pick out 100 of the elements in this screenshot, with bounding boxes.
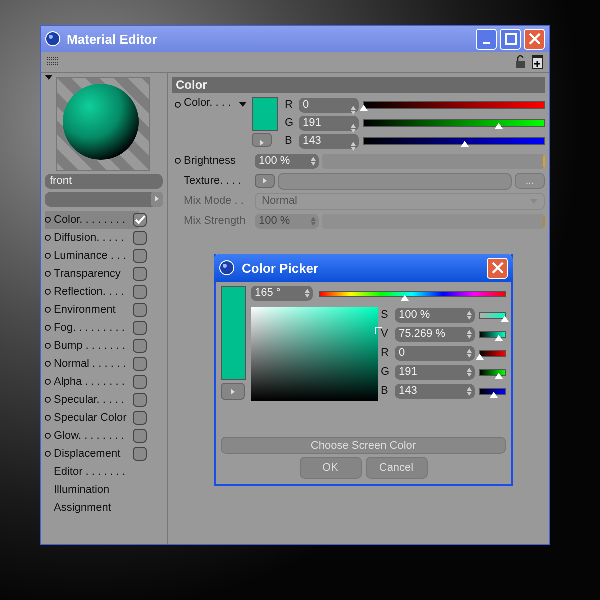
slider-thumb[interactable]	[494, 372, 503, 378]
mix-strength-label: Mix Strength	[184, 215, 247, 227]
channel-item[interactable]: Specular Color	[45, 409, 163, 427]
value-field[interactable]: 75.269 %	[395, 326, 475, 342]
channel-letter: V	[381, 328, 390, 340]
channel-item[interactable]: Alpha . . . . . . .	[45, 373, 163, 391]
channel-item[interactable]: Transparency	[45, 265, 163, 283]
slider-thumb[interactable]	[460, 141, 469, 147]
lock-icon[interactable]	[515, 55, 526, 69]
mix-mode-value: Normal	[262, 195, 298, 207]
channel-checkbox[interactable]	[133, 447, 147, 461]
channel-checkbox[interactable]	[133, 393, 147, 407]
window-title: Material Editor	[67, 32, 158, 46]
dialog-button[interactable]: OK	[300, 457, 362, 479]
channel-letter: R	[285, 99, 294, 111]
slider-track[interactable]	[363, 101, 545, 109]
value-field[interactable]: 0	[299, 98, 359, 112]
channel-item[interactable]: Bump . . . . . . .	[45, 337, 163, 355]
slider-thumb[interactable]	[360, 105, 368, 111]
channel-checkbox[interactable]	[133, 303, 147, 317]
slider-thumb[interactable]	[400, 294, 409, 300]
spinner-arrows-icon[interactable]	[467, 368, 472, 376]
value-field[interactable]: 0	[395, 346, 475, 360]
channel-item[interactable]: Editor . . . . . . .	[45, 463, 163, 481]
channel-checkbox[interactable]	[133, 375, 147, 389]
close-icon	[492, 262, 504, 274]
expand-button[interactable]	[221, 383, 245, 400]
channel-letter: R	[381, 347, 390, 359]
channel-checkbox[interactable]	[133, 249, 147, 263]
channel-item[interactable]: Diffusion. . . . .	[45, 229, 163, 247]
channel-item[interactable]: Specular. . . . .	[45, 391, 163, 409]
channel-checkbox[interactable]	[133, 429, 147, 443]
channel-letter: G	[285, 117, 295, 129]
dropdown-triangle-icon[interactable]	[239, 102, 247, 107]
slider-thumb[interactable]	[494, 123, 503, 129]
spinner-arrows-icon[interactable]	[351, 142, 356, 150]
expand-button[interactable]	[252, 133, 272, 147]
value-field[interactable]: 143	[299, 134, 359, 148]
new-window-icon[interactable]	[532, 55, 543, 69]
channel-checkbox[interactable]	[133, 231, 147, 245]
channel-checkbox[interactable]	[133, 285, 147, 299]
maximize-icon	[504, 33, 516, 45]
value-field[interactable]: 191	[299, 116, 359, 130]
channel-checkbox[interactable]	[133, 339, 147, 353]
slider-handle[interactable]	[543, 156, 545, 166]
channel-checkbox[interactable]	[133, 321, 147, 335]
section-header: Color	[172, 77, 545, 93]
spinner-arrows-icon[interactable]	[467, 348, 472, 358]
texture-field[interactable]	[278, 172, 512, 190]
channel-item[interactable]: Displacement	[45, 445, 163, 463]
close-button[interactable]	[487, 258, 508, 278]
spinner-arrows-icon[interactable]	[351, 124, 356, 132]
sphere-icon	[45, 31, 61, 47]
channel-checkbox[interactable]	[133, 357, 147, 371]
color-swatch[interactable]	[252, 97, 278, 131]
channel-item[interactable]: Illumination	[45, 481, 163, 499]
channel-item[interactable]: Assignment	[45, 499, 163, 517]
close-icon	[528, 33, 540, 45]
channel-item[interactable]: Normal . . . . . .	[45, 355, 163, 373]
channel-item[interactable]: Environment	[45, 301, 163, 319]
value-field[interactable]: 143	[395, 384, 475, 398]
channel-item[interactable]: Glow. . . . . . . .	[45, 427, 163, 445]
spinner-arrows-icon[interactable]	[467, 386, 472, 396]
brightness-label: Brightness	[184, 155, 237, 167]
slider-track[interactable]	[363, 137, 545, 145]
value-field[interactable]: 100 %	[395, 308, 475, 322]
value-field[interactable]: 100 %	[255, 154, 319, 168]
play-arrow-icon	[155, 196, 159, 202]
spinner-arrows-icon[interactable]	[305, 289, 310, 298]
spinner-arrows-icon[interactable]	[351, 106, 356, 114]
channel-item[interactable]: Reflection. . . .	[45, 283, 163, 301]
choose-screen-color-button[interactable]: Choose Screen Color	[221, 437, 506, 454]
maximize-button[interactable]	[500, 28, 521, 50]
channel-checkbox[interactable]	[133, 267, 147, 281]
channel-item[interactable]: Fog. . . . . . . . .	[45, 319, 163, 337]
brightness-slider[interactable]	[322, 154, 545, 168]
slider-track[interactable]	[363, 119, 545, 127]
slider-thumb[interactable]	[501, 316, 509, 322]
slider-thumb[interactable]	[490, 392, 498, 398]
spinner-arrows-icon[interactable]	[467, 310, 472, 320]
material-name-field[interactable]: front	[45, 174, 163, 189]
mix-mode-label: Mix Mode . .	[184, 195, 245, 207]
channel-item[interactable]: Luminance . . .	[45, 247, 163, 265]
channel-checkbox[interactable]	[133, 411, 147, 425]
expand-button[interactable]	[255, 174, 275, 188]
slider-thumb[interactable]	[476, 354, 484, 360]
minimize-button[interactable]	[476, 28, 497, 50]
dropdown-triangle-icon[interactable]	[45, 75, 53, 80]
crosshair-icon[interactable]	[375, 327, 382, 334]
value-field[interactable]: 191	[395, 364, 475, 380]
dialog-button[interactable]: Cancel	[366, 457, 428, 479]
hue-field[interactable]: 165 °	[251, 286, 313, 301]
slider-thumb[interactable]	[494, 334, 503, 340]
spinner-arrows-icon[interactable]	[467, 330, 472, 338]
channel-letter: S	[381, 309, 390, 321]
spinner-arrows-icon[interactable]	[311, 156, 316, 166]
close-button[interactable]	[524, 28, 545, 50]
channel-letter: B	[381, 385, 390, 397]
texture-label: Texture. . . .	[184, 175, 242, 187]
channel-letter: G	[381, 366, 391, 378]
